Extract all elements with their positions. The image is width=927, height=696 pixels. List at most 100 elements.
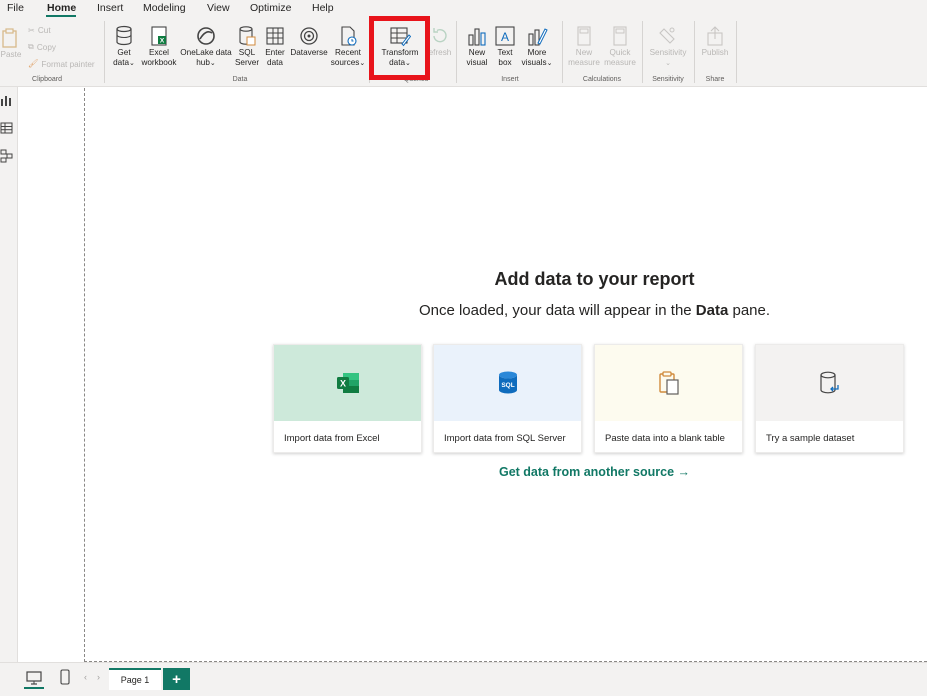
insert-group-label: Insert (501, 76, 519, 83)
chevron-down-icon: ⌄ (359, 60, 366, 67)
paste-blank-table-card[interactable]: Paste data into a blank table (594, 344, 743, 453)
ribbon: Paste ✂ Cut ⧉ Copy 🖌 Format painter Clipboa… (0, 17, 927, 87)
separator (694, 21, 695, 83)
refresh-icon (433, 28, 447, 43)
card-label: Try a sample dataset (766, 433, 855, 444)
card-label: Paste data into a blank table (605, 433, 725, 444)
import-excel-card[interactable]: X Import data from Excel (273, 344, 422, 453)
card-label: Import data from SQL Server (444, 433, 566, 444)
cut-label: Cut (37, 25, 51, 35)
text-box-icon: A (495, 26, 515, 46)
table-view-icon[interactable] (0, 121, 14, 135)
calculator-icon (577, 26, 591, 46)
excel-label-2: workbook (141, 58, 177, 67)
sensitivity-group-label: Sensitivity (652, 76, 684, 83)
clipboard-group-label: Clipboard (32, 76, 62, 83)
enter-data-label-2: data (267, 58, 283, 67)
menu-insert[interactable]: Insert (97, 2, 123, 14)
add-data-subtitle: Once loaded, your data will appear in th… (0, 302, 927, 319)
excel-workbook-button[interactable]: X Excel workbook (139, 25, 179, 68)
dataverse-button[interactable]: Dataverse (289, 25, 329, 58)
paste-button[interactable]: Paste (0, 27, 22, 60)
sql-icon (239, 26, 256, 46)
import-sql-server-card[interactable]: SQL Import data from SQL Server (433, 344, 582, 453)
page-tab-page-1[interactable]: Page 1 (109, 668, 161, 690)
svg-text:X: X (160, 38, 165, 45)
add-data-title: Add data to your report (494, 269, 695, 289)
database-icon (116, 25, 132, 46)
publish-button[interactable]: Publish (698, 25, 732, 58)
refresh-button[interactable]: efresh (427, 25, 453, 58)
separator (642, 21, 643, 83)
next-page-icon[interactable]: › (97, 672, 100, 682)
menu-home[interactable]: Home (47, 2, 76, 14)
onelake-icon (197, 27, 215, 45)
table-icon (266, 27, 284, 45)
quick-measure-label-1: Quick (609, 48, 631, 57)
cut-button[interactable]: ✂ Cut (28, 25, 51, 36)
sample-dataset-card[interactable]: Try a sample dataset (755, 344, 904, 453)
menu-file[interactable]: File (7, 2, 24, 14)
quick-measure-button[interactable]: Quick measure (602, 25, 638, 68)
page-tabs-bar: ‹ › Page 1 + (0, 662, 927, 696)
sql-server-icon: SQL (498, 371, 517, 394)
copy-label: Copy (36, 42, 56, 52)
publish-label: Publish (701, 48, 729, 57)
menu-help[interactable]: Help (312, 2, 334, 14)
separator (456, 21, 457, 83)
format-painter-button[interactable]: 🖌 Format painter (28, 59, 95, 69)
sensitivity-button[interactable]: Sensitivity ⌄ (646, 25, 690, 69)
chevron-down-icon: ⌄ (546, 60, 553, 67)
svg-text:X: X (339, 379, 345, 389)
new-visual-button[interactable]: New visual (463, 25, 491, 68)
more-visuals-icon (528, 28, 548, 46)
get-data-other-source-link[interactable]: Get data from another source → (0, 465, 927, 479)
text-box-label-2: box (498, 58, 512, 67)
text-box-button[interactable]: A Text box (492, 25, 518, 68)
new-measure-button[interactable]: New measure (566, 25, 602, 68)
text-box-label-1: Text (497, 48, 513, 57)
refresh-label: efresh (428, 48, 452, 57)
publish-icon (707, 26, 723, 46)
sql-server-button[interactable]: SQL Server (234, 25, 260, 68)
get-data-button[interactable]: Get data⌄ (109, 25, 139, 69)
calculations-group-label: Calculations (582, 76, 622, 83)
svg-text:SQL: SQL (501, 382, 514, 389)
database-icon (819, 371, 839, 394)
copy-button[interactable]: ⧉ Copy (28, 42, 56, 52)
desktop-layout-icon[interactable] (26, 671, 42, 685)
recent-sources-button[interactable]: Recent sources⌄ (330, 25, 366, 69)
model-view-icon[interactable] (0, 149, 14, 163)
active-layout-indicator (24, 687, 44, 689)
menu-modeling[interactable]: Modeling (143, 2, 186, 14)
paste-icon (658, 371, 679, 395)
format-painter-label: Format painter (41, 59, 95, 69)
sensitivity-icon (659, 27, 675, 44)
more-visuals-button[interactable]: More visuals⌄ (519, 25, 555, 69)
card-header: X (274, 345, 421, 421)
menu-view[interactable]: View (207, 2, 230, 14)
mobile-layout-icon[interactable] (60, 669, 70, 685)
new-measure-label-1: New (575, 48, 593, 57)
excel-icon: X (336, 373, 359, 393)
separator (104, 21, 105, 83)
enter-data-button[interactable]: Enter data (262, 25, 288, 68)
report-view-icon[interactable] (0, 93, 14, 107)
separator (736, 21, 737, 83)
recent-label-1: Recent (335, 48, 361, 57)
brush-icon: 🖌 (28, 59, 39, 68)
subtitle-bold: Data (695, 302, 729, 319)
menu-optimize[interactable]: Optimize (250, 2, 291, 14)
sensitivity-label: Sensitivity (649, 48, 687, 57)
excel-label-1: Excel (148, 48, 170, 57)
card-label: Import data from Excel (284, 433, 380, 444)
enter-data-label-1: Enter (265, 48, 285, 57)
paste-label: Paste (0, 50, 22, 59)
previous-page-icon[interactable]: ‹ (84, 672, 87, 682)
onelake-data-hub-button[interactable]: OneLake data hub⌄ (180, 25, 232, 69)
get-data-label-1: Get (117, 48, 131, 57)
dataverse-icon (300, 27, 318, 45)
svg-text:A: A (501, 30, 509, 44)
add-page-button[interactable]: + (163, 668, 190, 690)
menu-bar: File Home Insert Modeling View Optimize … (0, 0, 927, 17)
